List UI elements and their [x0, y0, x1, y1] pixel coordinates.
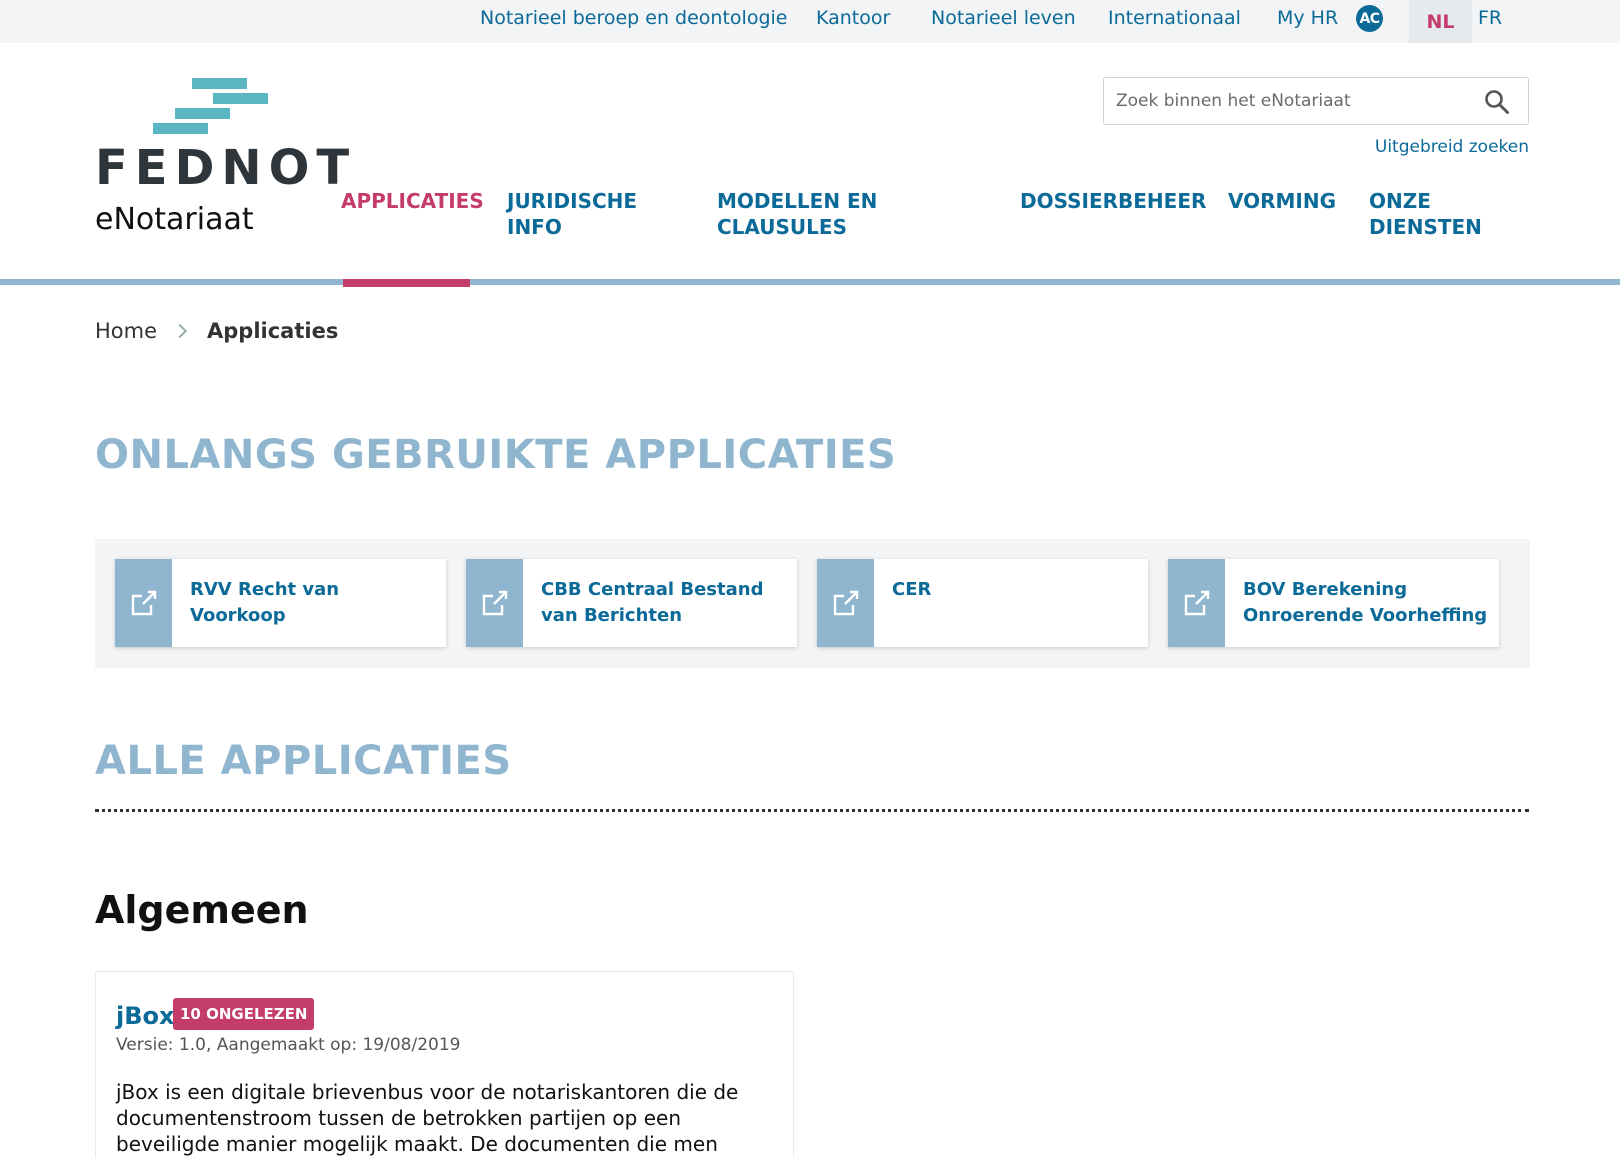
- external-link-icon: [115, 559, 172, 647]
- app-card-jbox: jBox 10 ONGELEZEN Versie: 1.0, Aangemaak…: [95, 971, 794, 1158]
- nav-active-indicator: [343, 279, 470, 287]
- recent-app-card-bov[interactable]: BOV Berekening Onroerende Voorheffing: [1168, 559, 1499, 647]
- lang-fr[interactable]: FR: [1478, 7, 1502, 29]
- user-avatar[interactable]: AC: [1356, 5, 1383, 32]
- nav-vorming[interactable]: VORMING: [1228, 188, 1348, 214]
- category-title: Algemeen: [95, 888, 309, 932]
- nav-dossierbeheer[interactable]: DOSSIERBEHEER: [1020, 188, 1206, 214]
- logo-bar: [213, 93, 268, 104]
- external-link-icon: [466, 559, 523, 647]
- app-name-link[interactable]: jBox: [116, 1002, 175, 1030]
- breadcrumb-current: Applicaties: [207, 319, 339, 343]
- breadcrumb-home[interactable]: Home: [95, 319, 157, 343]
- app-description: jBox is een digitale brievenbus voor de …: [116, 1080, 739, 1156]
- lang-nl[interactable]: NL: [1409, 0, 1472, 43]
- recent-app-label: BOV Berekening Onroerende Voorheffing: [1243, 579, 1488, 626]
- toplink-kantoor[interactable]: Kantoor: [816, 7, 890, 29]
- recent-app-card-rvv[interactable]: RVV Recht van Voorkoop: [115, 559, 446, 647]
- fednot-logo[interactable]: FEDNOT eNotariaat: [95, 78, 349, 238]
- recent-apps-title: ONLANGS GEBRUIKTE APPLICATIES: [95, 432, 897, 478]
- search-input[interactable]: [1116, 86, 1476, 116]
- advanced-search-link[interactable]: Uitgebreid zoeken: [1375, 137, 1529, 157]
- toplink-my-hr[interactable]: My HR: [1277, 7, 1338, 29]
- unread-badge: 10 ONGELEZEN: [173, 998, 315, 1030]
- all-apps-title: ALLE APPLICATIES: [95, 738, 512, 784]
- nav-underline: [0, 279, 1620, 285]
- recent-app-card-cbb[interactable]: CBB Centraal Bestand van Berichten: [466, 559, 797, 647]
- logo-subtitle: eNotariaat: [95, 202, 254, 237]
- app-meta: Versie: 1.0, Aangemaakt op: 19/08/2019: [116, 1035, 461, 1055]
- logo-brand: FEDNOT: [95, 140, 357, 196]
- logo-bar: [175, 108, 230, 119]
- external-link-icon: [1168, 559, 1225, 647]
- toplink-notarieel-beroep[interactable]: Notarieel beroep en deontologie: [480, 7, 787, 29]
- toplink-notarieel-leven[interactable]: Notarieel leven: [931, 7, 1076, 29]
- recent-app-label: RVV Recht van Voorkoop: [190, 579, 340, 626]
- recent-apps-panel: RVV Recht van Voorkoop CBB Centraal Best…: [95, 539, 1530, 668]
- nav-applicaties[interactable]: APPLICATIES: [341, 188, 484, 214]
- nav-juridische-info[interactable]: JURIDISCHE INFO: [507, 188, 642, 240]
- recent-app-label: CBB Centraal Bestand van Berichten: [541, 579, 764, 626]
- logo-bar: [153, 123, 208, 134]
- top-utility-bar: Notarieel beroep en deontologie Kantoor …: [0, 0, 1620, 43]
- section-divider: [95, 809, 1529, 812]
- search-box: [1103, 77, 1529, 125]
- nav-modellen-en-clausules[interactable]: MODELLEN EN CLAUSULES: [717, 188, 897, 240]
- external-link-icon: [817, 559, 874, 647]
- search-icon[interactable]: [1484, 89, 1510, 115]
- logo-bar: [192, 78, 247, 89]
- nav-onze-diensten[interactable]: ONZE DIENSTEN: [1369, 188, 1489, 240]
- chevron-right-icon: [172, 323, 188, 339]
- toplink-internationaal[interactable]: Internationaal: [1108, 7, 1241, 29]
- recent-app-label: CER: [892, 579, 932, 600]
- recent-app-card-cer[interactable]: CER: [817, 559, 1148, 647]
- breadcrumb: Home Applicaties: [95, 319, 338, 343]
